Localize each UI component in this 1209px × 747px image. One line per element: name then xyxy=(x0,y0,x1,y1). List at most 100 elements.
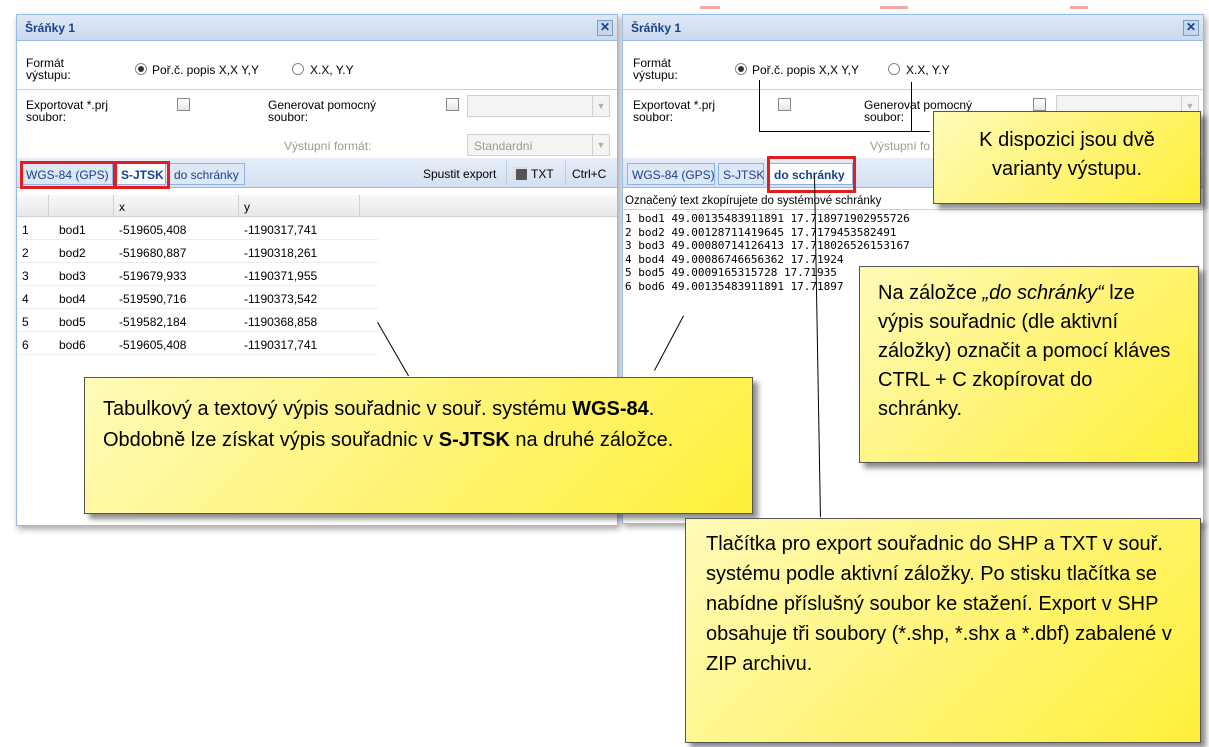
red-marker xyxy=(880,6,908,9)
row-index: 6 xyxy=(22,338,29,352)
grid-header-index xyxy=(17,195,49,217)
clipboard-line: 2 bod2 49.00128711419645 17.717945358249… xyxy=(625,225,897,239)
row-name: bod1 xyxy=(59,223,86,237)
format-label: Formát výstupu: xyxy=(26,56,71,82)
callout-text-bold: WGS-84 xyxy=(572,398,649,420)
highlight-wgs84-tab xyxy=(20,161,116,189)
export-prj-label: Exportovat *.prj soubor: xyxy=(26,98,109,124)
table-row[interactable]: 2 bod2 -519680,887 -1190318,261 xyxy=(17,241,378,263)
txt-button[interactable]: TXT xyxy=(506,161,560,185)
connector-line xyxy=(760,131,930,133)
connector-line xyxy=(758,80,760,132)
clipboard-line: 3 bod3 49.00080714126413 17.718026526153… xyxy=(625,239,910,252)
callout-text-italic: „do schránky“ xyxy=(982,282,1104,304)
export-prj-checkbox[interactable] xyxy=(177,98,190,111)
close-icon[interactable]: ✕ xyxy=(597,20,613,36)
tab-clipboard[interactable]: do schránky xyxy=(169,163,245,185)
tab-sjtsk[interactable]: S-JTSK xyxy=(718,163,764,185)
row-name: bod2 xyxy=(59,246,86,260)
window-title: Šráňky 1 xyxy=(631,21,682,35)
aux-select[interactable]: ▼ xyxy=(467,95,610,117)
grid-header-name xyxy=(49,195,114,217)
callout-variants: K dispozici jsou dvě varianty výstupu. xyxy=(933,111,1201,204)
copy-button[interactable]: Ctrl+C xyxy=(565,161,612,185)
radio-format-2[interactable] xyxy=(888,63,900,75)
callout-variants-text: K dispozici jsou dvě varianty výstupu. xyxy=(979,129,1155,180)
row-y: -1190371,955 xyxy=(244,269,318,283)
callout-table-text: Tabulkový a textový výpis souřadnic v so… xyxy=(103,394,734,456)
red-marker xyxy=(1070,6,1088,9)
callout-clipboard-text: Na záložce „do schránky“ lze výpis souřa… xyxy=(878,279,1180,424)
table-row[interactable]: 4 bod4 -519590,716 -1190373,542 xyxy=(17,287,378,309)
generate-aux-checkbox[interactable] xyxy=(446,98,459,111)
row-name: bod3 xyxy=(59,269,86,283)
export-prj-checkbox[interactable] xyxy=(778,98,791,111)
row-x: -519590,716 xyxy=(119,292,187,306)
radio-format-1[interactable] xyxy=(135,63,147,75)
window-title-bar[interactable]: Šráňky 1 ✕ xyxy=(17,15,617,41)
row-y: -1190317,741 xyxy=(244,223,318,237)
radio-format-2[interactable] xyxy=(292,63,304,75)
output-format-label: Výstupní formát: xyxy=(284,139,372,153)
row-x: -519605,408 xyxy=(119,223,187,237)
radio-format-1[interactable] xyxy=(735,63,747,75)
chevron-down-icon: ▼ xyxy=(592,135,609,155)
callout-text-part: na druhé záložce. xyxy=(509,429,674,451)
row-y: -1190317,741 xyxy=(244,338,318,352)
row-index: 4 xyxy=(22,292,29,306)
callout-export: Tlačítka pro export souřadnic do SHP a T… xyxy=(685,518,1201,743)
table-row[interactable]: 5 bod5 -519582,184 -1190368,858 xyxy=(17,310,378,332)
row-x: -519605,408 xyxy=(119,338,187,352)
close-icon[interactable]: ✕ xyxy=(1183,20,1199,36)
radio-format-2-label: X.X, Y.Y xyxy=(310,63,354,77)
row-name: bod4 xyxy=(59,292,86,306)
table-row[interactable]: 3 bod3 -519679,933 -1190371,955 xyxy=(17,264,378,286)
window-title-bar[interactable]: Šráňky 1 ✕ xyxy=(623,15,1203,41)
clipboard-line: 1 bod1 49.00135483911891 17.718971902955… xyxy=(625,212,910,225)
callout-text-part: Na záložce xyxy=(878,282,983,304)
callout-clipboard-tab: Na záložce „do schránky“ lze výpis souřa… xyxy=(859,266,1199,463)
callout-text-part: Tabulkový a textový výpis souřadnic v so… xyxy=(103,398,573,420)
generate-aux-checkbox[interactable] xyxy=(1033,98,1046,111)
output-format-label: Výstupní fo xyxy=(870,139,931,153)
radio-format-1-label: Poř.č. popis X,X Y,Y xyxy=(752,63,859,77)
divider xyxy=(623,89,1203,90)
export-button[interactable]: Spustit export xyxy=(417,161,502,185)
row-x: -519582,184 xyxy=(119,315,187,329)
grid-header-x[interactable]: x xyxy=(114,195,239,217)
row-y: -1190373,542 xyxy=(244,292,318,306)
txt-button-label: TXT xyxy=(531,167,554,181)
save-icon xyxy=(513,167,527,180)
output-format-value: Standardní xyxy=(474,139,533,153)
divider xyxy=(623,209,1203,210)
callout-table: Tabulkový a textový výpis souřadnic v so… xyxy=(84,377,753,514)
window-title: Šráňky 1 xyxy=(25,21,76,35)
tab-wgs84[interactable]: WGS-84 (GPS) xyxy=(627,163,715,185)
row-x: -519680,887 xyxy=(119,246,187,260)
radio-format-2-label: X.X, Y.Y xyxy=(906,63,950,77)
radio-format-1-label: Poř.č. popis X,X Y,Y xyxy=(152,63,259,77)
row-y: -1190368,858 xyxy=(244,315,318,329)
row-index: 3 xyxy=(22,269,29,283)
row-name: bod6 xyxy=(59,338,86,352)
table-row[interactable]: 1 bod1 -519605,408 -1190317,741 xyxy=(17,218,378,240)
clipboard-line: 4 bod4 49.00086746656362 17.71924 xyxy=(625,252,844,266)
divider xyxy=(17,89,617,90)
row-y: -1190318,261 xyxy=(244,246,318,260)
output-format-select[interactable]: Standardní ▼ xyxy=(467,134,610,156)
row-index: 1 xyxy=(22,223,29,237)
red-marker xyxy=(700,6,720,9)
callout-export-text: Tlačítka pro export souřadnic do SHP a T… xyxy=(706,533,1172,675)
export-prj-label: Exportovat *.prj soubor: xyxy=(633,98,716,124)
grid-body: 1 bod1 -519605,408 -1190317,741 2 bod2 -519680… xyxy=(17,218,617,378)
table-row[interactable]: 6 bod6 -519605,408 -1190317,741 xyxy=(17,333,378,355)
clipboard-hint: Označený text zkopírujete do systémové s… xyxy=(625,195,882,207)
row-index: 5 xyxy=(22,315,29,329)
highlight-sjtsk-tab xyxy=(114,161,170,189)
highlight-clipboard-tab xyxy=(767,156,856,193)
grid-header-y[interactable]: y xyxy=(239,195,360,217)
chevron-down-icon: ▼ xyxy=(592,96,609,116)
connector-line xyxy=(910,82,912,131)
row-name: bod5 xyxy=(59,315,86,329)
grid-header: x y xyxy=(17,195,617,217)
